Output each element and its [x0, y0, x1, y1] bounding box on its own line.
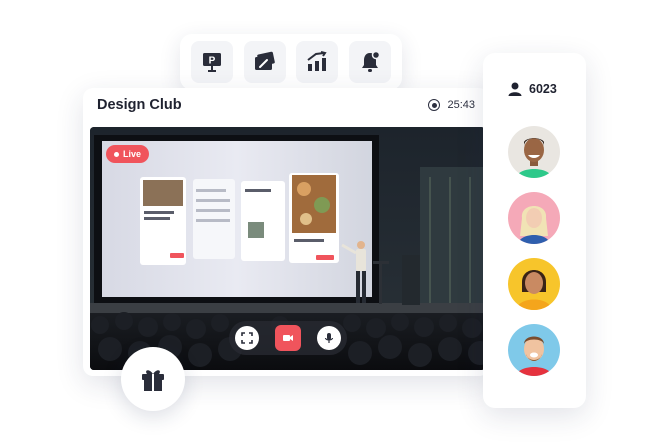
viewer-count: 6023: [507, 81, 557, 97]
viewer-count-value: 6023: [529, 82, 557, 96]
microphone-icon: [324, 333, 334, 343]
participant-avatar[interactable]: [508, 258, 560, 310]
fullscreen-icon: [241, 332, 253, 344]
notification-bell-icon: [361, 50, 381, 72]
session-title: Design Club: [97, 97, 182, 113]
avatar-photo: [508, 192, 560, 244]
timer-value: 25:43: [447, 99, 475, 111]
participant-avatar[interactable]: [508, 126, 560, 178]
svg-text:P: P: [209, 56, 216, 67]
card-header: Design Club 25:43: [83, 88, 489, 122]
avatar-photo: [508, 258, 560, 310]
video-controls: [229, 321, 347, 355]
live-indicator-dot: [114, 151, 119, 157]
notifications-button[interactable]: [348, 41, 391, 83]
session-timer: 25:43: [428, 99, 475, 111]
gift-icon: [142, 370, 164, 391]
camera-toggle-button[interactable]: [275, 325, 301, 351]
live-badge: Live: [106, 145, 150, 163]
microphone-button[interactable]: [317, 326, 341, 350]
participant-avatar[interactable]: [508, 192, 560, 244]
gift-button[interactable]: [121, 347, 185, 411]
record-icon: [428, 99, 441, 111]
presentation-button[interactable]: P: [191, 41, 233, 83]
avatar-photo: [508, 126, 560, 178]
participant-avatar[interactable]: [508, 324, 560, 376]
fullscreen-button[interactable]: [235, 326, 259, 350]
presenter-toolbar: P: [180, 34, 402, 90]
participants-panel: 6023: [483, 53, 586, 408]
analytics-button[interactable]: [296, 41, 339, 83]
presentation-icon: P: [203, 53, 221, 72]
live-label: Live: [123, 149, 142, 159]
video-camera-icon: [283, 335, 293, 341]
whiteboard-button[interactable]: [243, 41, 286, 83]
whiteboard-draw-icon: [254, 51, 275, 70]
user-icon: [508, 82, 522, 96]
analytics-chart-icon: [307, 51, 327, 71]
avatar-photo: [508, 324, 560, 376]
